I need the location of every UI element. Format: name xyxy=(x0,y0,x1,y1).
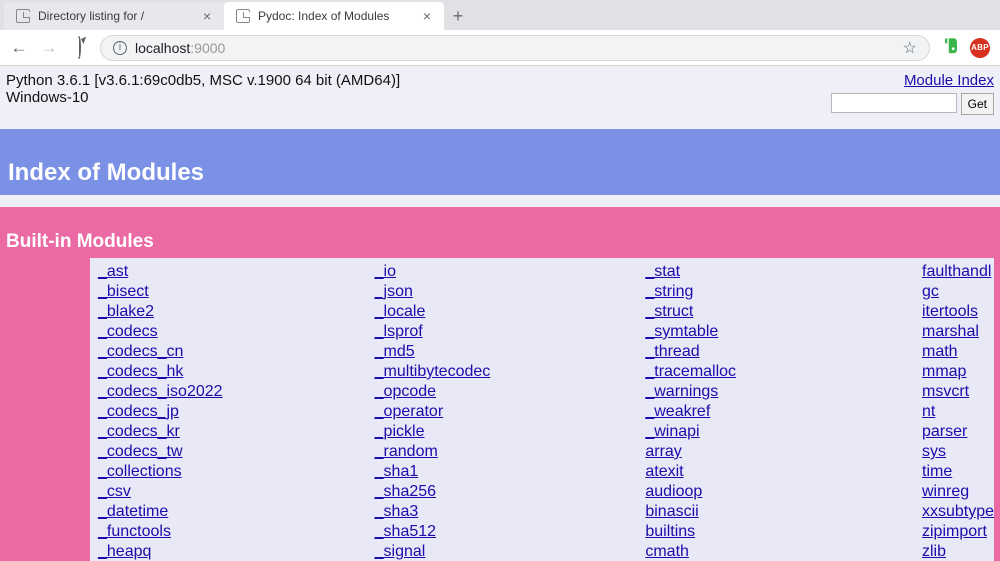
module-link[interactable]: _codecs_kr xyxy=(98,422,359,442)
module-link[interactable]: _functools xyxy=(98,522,359,542)
module-link[interactable]: atexit xyxy=(645,462,906,482)
module-link[interactable]: _signal xyxy=(375,542,630,561)
tabstrip: Directory listing for / × Pydoc: Index o… xyxy=(0,0,1000,30)
close-icon[interactable]: × xyxy=(420,9,434,23)
tab-title: Pydoc: Index of Modules xyxy=(258,9,412,23)
module-link[interactable]: binascii xyxy=(645,502,906,522)
module-link[interactable]: _datetime xyxy=(98,502,359,522)
module-link[interactable]: _opcode xyxy=(375,382,630,402)
module-link[interactable]: _sha1 xyxy=(375,462,630,482)
module-link[interactable]: parser xyxy=(922,422,986,442)
module-link[interactable]: _warnings xyxy=(645,382,906,402)
module-column: _ast_bisect_blake2_codecs_codecs_cn_code… xyxy=(90,262,367,561)
tab-directory-listing[interactable]: Directory listing for / × xyxy=(4,2,224,30)
section-heading: Built-in Modules xyxy=(0,207,1000,258)
module-link[interactable]: gc xyxy=(922,282,986,302)
file-icon xyxy=(236,9,250,23)
module-link[interactable]: zipimport xyxy=(922,522,986,542)
module-link[interactable]: zlib xyxy=(922,542,986,561)
module-link[interactable]: _winapi xyxy=(645,422,906,442)
module-link[interactable]: msvcrt xyxy=(922,382,986,402)
module-link[interactable]: _blake2 xyxy=(98,302,359,322)
close-icon[interactable]: × xyxy=(200,9,214,23)
module-link[interactable]: itertools xyxy=(922,302,986,322)
tab-pydoc-index[interactable]: Pydoc: Index of Modules × xyxy=(224,2,444,30)
module-link[interactable]: array xyxy=(645,442,906,462)
module-column: _stat_string_struct_symtable_thread_trac… xyxy=(637,262,914,561)
search-input[interactable] xyxy=(831,93,957,113)
module-column: _io_json_locale_lsprof_md5_multibytecode… xyxy=(367,262,638,561)
module-link[interactable]: _weakref xyxy=(645,402,906,422)
module-link[interactable]: math xyxy=(922,342,986,362)
module-link[interactable]: _sha256 xyxy=(375,482,630,502)
address-bar[interactable]: i localhost:9000 ☆ xyxy=(100,35,930,61)
module-link[interactable]: sys xyxy=(922,442,986,462)
get-button[interactable]: Get xyxy=(961,93,994,115)
toolbar: ← → i localhost:9000 ☆ ABP xyxy=(0,30,1000,66)
browser-chrome: Directory listing for / × Pydoc: Index o… xyxy=(0,0,1000,66)
adblock-plus-icon[interactable]: ABP xyxy=(970,38,990,58)
module-link[interactable]: _collections xyxy=(98,462,359,482)
reload-icon xyxy=(77,36,81,59)
python-version-line: Python 3.6.1 [v3.6.1:69c0db5, MSC v.1900… xyxy=(6,72,400,115)
module-link[interactable]: cmath xyxy=(645,542,906,561)
new-tab-button[interactable]: + xyxy=(444,2,472,30)
module-link[interactable]: _operator xyxy=(375,402,630,422)
module-link[interactable]: _bisect xyxy=(98,282,359,302)
module-link[interactable]: _pickle xyxy=(375,422,630,442)
module-link[interactable]: _json xyxy=(375,282,630,302)
module-link[interactable]: _codecs_hk xyxy=(98,362,359,382)
forward-button[interactable]: → xyxy=(40,38,58,58)
module-link[interactable]: _struct xyxy=(645,302,906,322)
module-link[interactable]: xxsubtype xyxy=(922,502,986,522)
reload-button[interactable] xyxy=(70,38,88,58)
module-link[interactable]: _multibytecodec xyxy=(375,362,630,382)
module-link[interactable]: _stat xyxy=(645,262,906,282)
site-info-icon[interactable]: i xyxy=(113,41,127,55)
module-link[interactable]: _heapq xyxy=(98,542,359,561)
bookmark-star-icon[interactable]: ☆ xyxy=(903,38,917,58)
file-icon xyxy=(16,9,30,23)
module-link[interactable]: _string xyxy=(645,282,906,302)
module-link[interactable]: _codecs_iso2022 xyxy=(98,382,359,402)
evernote-icon[interactable] xyxy=(942,36,960,59)
module-link[interactable]: marshal xyxy=(922,322,986,342)
module-link[interactable]: winreg xyxy=(922,482,986,502)
back-button[interactable]: ← xyxy=(10,38,28,58)
module-link[interactable]: faulthandl xyxy=(922,262,986,282)
module-link[interactable]: _md5 xyxy=(375,342,630,362)
module-link[interactable]: nt xyxy=(922,402,986,422)
module-link[interactable]: mmap xyxy=(922,362,986,382)
module-link[interactable]: _sha512 xyxy=(375,522,630,542)
module-link[interactable]: _io xyxy=(375,262,630,282)
module-link[interactable]: _tracemalloc xyxy=(645,362,906,382)
module-link[interactable]: _lsprof xyxy=(375,322,630,342)
module-link[interactable]: _codecs_cn xyxy=(98,342,359,362)
module-index-link[interactable]: Module Index xyxy=(904,72,994,89)
module-link[interactable]: _sha3 xyxy=(375,502,630,522)
extension-icons: ABP xyxy=(942,36,990,59)
module-link[interactable]: _csv xyxy=(98,482,359,502)
module-column: faulthandlgcitertoolsmarshalmathmmapmsvc… xyxy=(914,262,994,561)
module-link[interactable]: builtins xyxy=(645,522,906,542)
tab-title: Directory listing for / xyxy=(38,9,192,23)
module-link[interactable]: _ast xyxy=(98,262,359,282)
module-link[interactable]: time xyxy=(922,462,986,482)
module-link[interactable]: _codecs_jp xyxy=(98,402,359,422)
page-content: Python 3.6.1 [v3.6.1:69c0db5, MSC v.1900… xyxy=(0,66,1000,561)
builtin-modules-section: Built-in Modules _ast_bisect_blake2_code… xyxy=(0,207,1000,561)
module-link[interactable]: _codecs xyxy=(98,322,359,342)
module-link[interactable]: audioop xyxy=(645,482,906,502)
page-title: Index of Modules xyxy=(0,129,1000,195)
module-link[interactable]: _symtable xyxy=(645,322,906,342)
url-text: localhost:9000 xyxy=(135,40,225,56)
module-link[interactable]: _thread xyxy=(645,342,906,362)
module-link[interactable]: _codecs_tw xyxy=(98,442,359,462)
module-link[interactable]: _locale xyxy=(375,302,630,322)
module-link[interactable]: _random xyxy=(375,442,630,462)
